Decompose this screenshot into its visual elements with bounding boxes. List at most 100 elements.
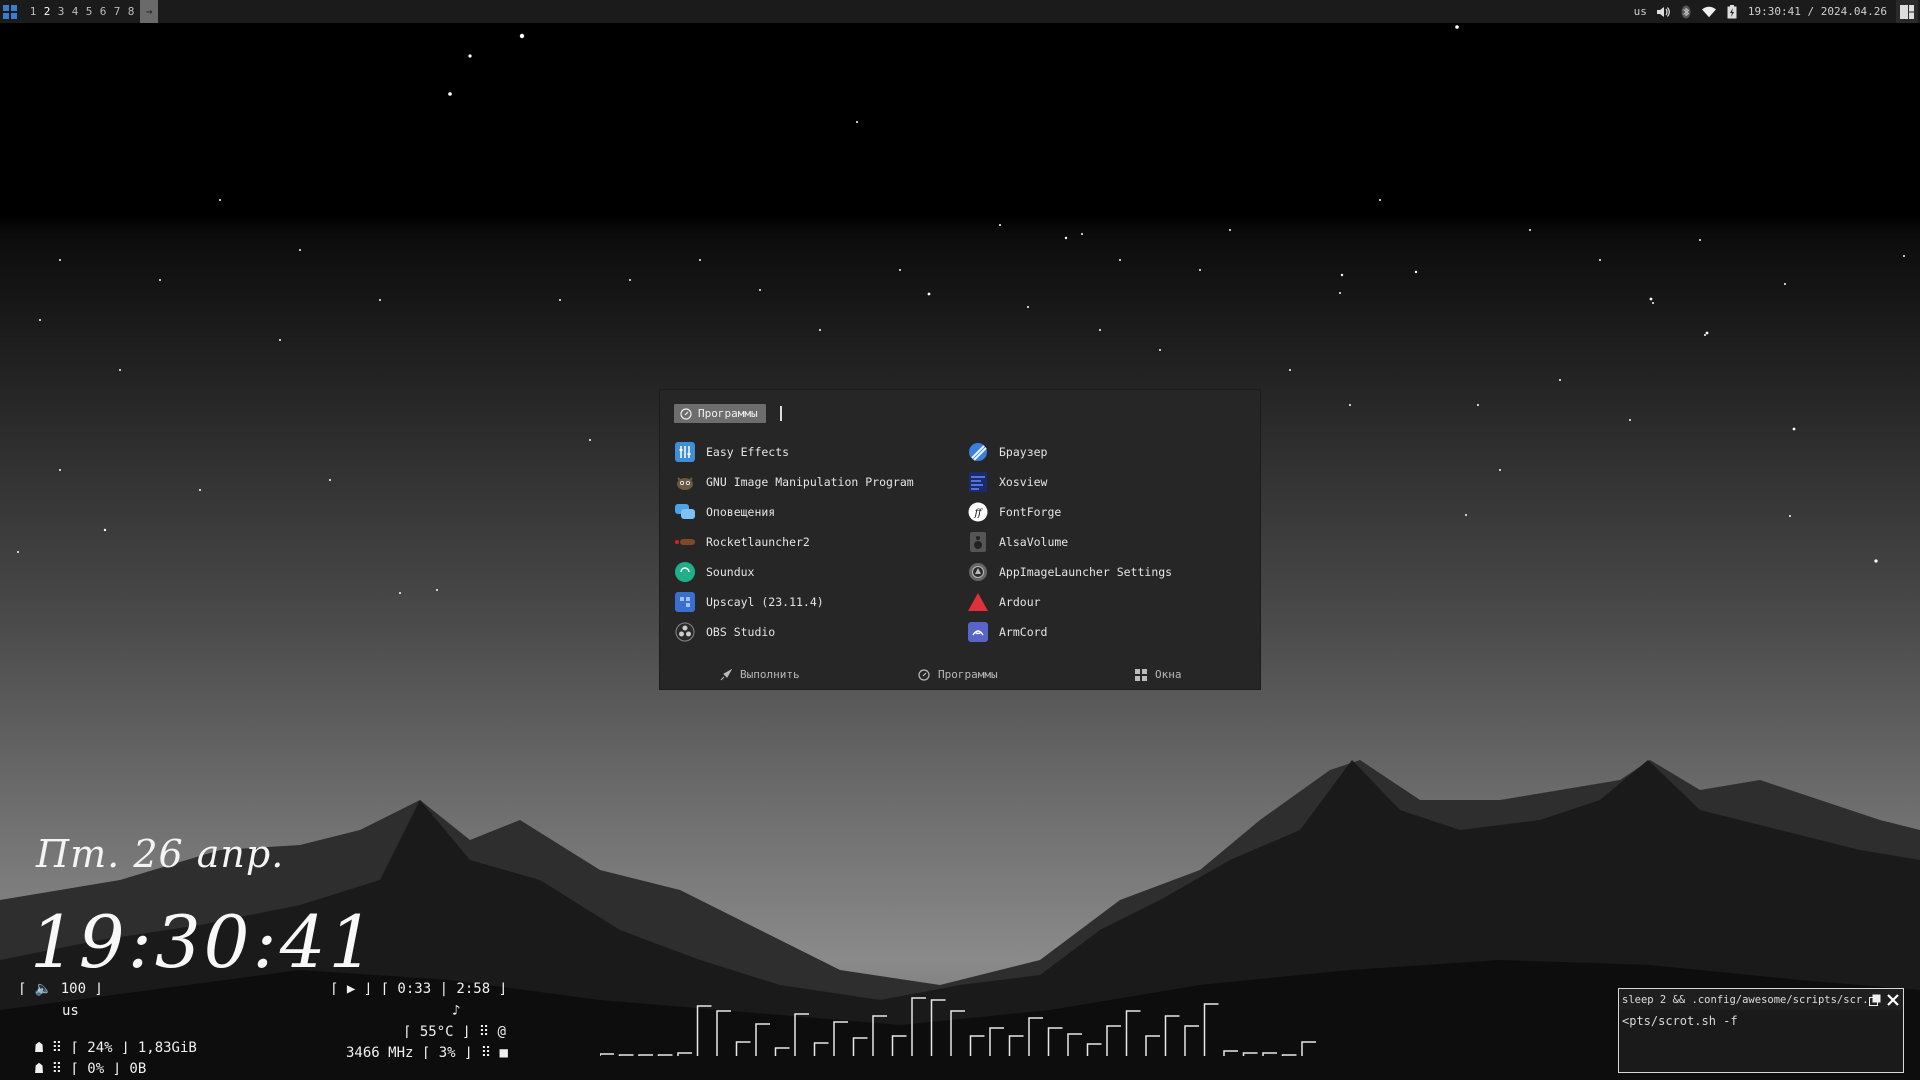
app-label: Xosview: [999, 475, 1048, 489]
upscayl-icon: [674, 591, 696, 613]
app-label: Оповещения: [706, 505, 776, 519]
swap-icon: ☗: [34, 1061, 52, 1077]
app-item-appimagelauncher[interactable]: AppImageLauncher Settings: [967, 560, 1172, 584]
keyboard-layout-widget: us: [62, 1003, 79, 1019]
launcher-search: Программы: [674, 404, 782, 423]
app-item-gimp[interactable]: GNU Image Manipulation Program: [674, 470, 914, 494]
cpu-widget: 3466 MHz ⌈ 3% ⌋ ⠿ ■: [346, 1045, 508, 1061]
tag-4[interactable]: 4: [68, 0, 82, 23]
topbar-clock[interactable]: 19:30:41 / 2024.04.26: [1748, 5, 1887, 18]
visualizer-bar: [657, 1054, 673, 1056]
visualizer-bar: [1242, 1052, 1258, 1056]
visualizer-bar: [911, 997, 926, 1056]
audio-visualizer: [600, 997, 1316, 1056]
visualizer-bar: [1301, 1041, 1316, 1056]
visualizer-bar: [872, 1015, 887, 1056]
rocket-icon: [674, 531, 696, 553]
visualizer-bar: [1203, 1003, 1219, 1056]
visualizer-bar: [833, 1021, 848, 1056]
app-item-browser[interactable]: Браузер: [967, 440, 1047, 464]
visualizer-bar: [1067, 1033, 1082, 1056]
app-item-soundux[interactable]: Soundux: [674, 560, 754, 584]
app-label: AlsaVolume: [999, 535, 1069, 549]
close-icon[interactable]: [1883, 993, 1903, 1006]
wifi-icon[interactable]: [1701, 5, 1716, 19]
battery-charging-icon[interactable]: [1725, 4, 1739, 19]
chat-bubbles-icon: [674, 501, 696, 523]
visualizer-bar: [1223, 1050, 1238, 1056]
visualizer-bar: [735, 1041, 751, 1056]
app-label: Upscayl (23.11.4): [706, 595, 824, 609]
tag-1[interactable]: 1: [26, 0, 40, 23]
gimp-icon: [674, 471, 696, 493]
visualizer-bar: [813, 1042, 829, 1056]
compass-icon: [680, 407, 692, 420]
app-item-alsavolume[interactable]: AlsaVolume: [967, 530, 1068, 554]
tag-2[interactable]: 2: [40, 0, 54, 23]
app-item-obs[interactable]: OBS Studio: [674, 620, 775, 644]
media-player-widget[interactable]: ⌈ ▶ ⌋ ⌈ 0:33 | 2:58 ⌋: [330, 981, 507, 997]
tag-6[interactable]: 6: [96, 0, 110, 23]
visualizer-bar: [1262, 1052, 1277, 1056]
volume-widget[interactable]: ⌈ 🔈 100 ⌋: [18, 981, 103, 997]
visualizer-bar: [969, 1035, 985, 1056]
tag-5[interactable]: 5: [82, 0, 96, 23]
terminal-title: sleep 2 && .config/awesome/scripts/scr..…: [1622, 993, 1867, 1006]
visualizer-bar: [891, 1035, 907, 1056]
visualizer-bar: [696, 1005, 712, 1056]
browser-icon: [967, 441, 989, 463]
app-label: Ardour: [999, 595, 1041, 609]
tag-3[interactable]: 3: [54, 0, 68, 23]
obs-icon: [674, 621, 696, 643]
windows-button[interactable]: Окна: [1135, 668, 1182, 681]
visualizer-bar: [1106, 1025, 1121, 1056]
tag-8[interactable]: 8: [124, 0, 138, 23]
soundux-icon: [674, 561, 696, 583]
visualizer-bar: [1125, 1010, 1141, 1056]
mode-programs-pill[interactable]: Программы: [674, 404, 766, 423]
app-label: Easy Effects: [706, 445, 790, 459]
app-item-upscayl[interactable]: Upscayl (23.11.4): [674, 590, 824, 614]
maximize-icon[interactable]: [1867, 994, 1883, 1006]
visualizer-bar: [794, 1013, 809, 1056]
visualizer-bar: [600, 1053, 614, 1056]
terminal-titlebar[interactable]: sleep 2 && .config/awesome/scripts/scr..…: [1619, 989, 1903, 1010]
search-input-caret[interactable]: [779, 406, 782, 421]
app-item-ardour[interactable]: Ardour: [967, 590, 1041, 614]
workspace-tags: 1 2 3 4 5 6 7 8: [26, 0, 138, 23]
layout-tile-icon[interactable]: [1896, 0, 1918, 23]
app-label: ArmCord: [999, 625, 1048, 639]
tag-7[interactable]: 7: [110, 0, 124, 23]
app-item-xosview[interactable]: Xosview: [967, 470, 1047, 494]
volume-icon[interactable]: [1656, 5, 1670, 19]
visualizer-bar: [930, 999, 946, 1056]
visualizer-bar: [716, 1010, 731, 1056]
app-item-fontforge[interactable]: ff FontForge: [967, 500, 1061, 524]
ardour-icon: [967, 591, 989, 613]
app-item-rocketlauncher[interactable]: Rocketlauncher2: [674, 530, 810, 554]
app-item-easy-effects[interactable]: Easy Effects: [674, 440, 789, 464]
app-item-armcord[interactable]: ArmCord: [967, 620, 1047, 644]
programs-button[interactable]: Программы: [918, 668, 998, 681]
terminal-output[interactable]: <pts/scrot.sh -f: [1619, 1010, 1903, 1032]
top-bar: 1 2 3 4 5 6 7 8 → us 19:30:41 / 2024.04.…: [0, 0, 1920, 23]
app-label: AppImageLauncher Settings: [999, 565, 1173, 579]
xosview-icon: [967, 471, 989, 493]
terminal-window[interactable]: sleep 2 && .config/awesome/scripts/scr..…: [1618, 988, 1904, 1073]
swap-widget: ☗ ⠿ ⌈ 0% ⌋ 0B: [18, 1045, 146, 1077]
bluetooth-icon[interactable]: [1679, 5, 1693, 19]
speaker-icon: [967, 531, 989, 553]
visualizer-bar: [1086, 1043, 1102, 1056]
time-display: 19:30:41: [30, 900, 378, 984]
arrow-right-icon[interactable]: →: [140, 0, 158, 23]
armcord-icon: [967, 621, 989, 643]
visualizer-bar: [1145, 1035, 1160, 1056]
app-item-notifications[interactable]: Оповещения: [674, 500, 775, 524]
menu-launcher-icon[interactable]: [0, 0, 20, 23]
run-button[interactable]: Выполнить: [720, 668, 800, 681]
app-label: OBS Studio: [706, 625, 776, 639]
easy-effects-icon: [674, 441, 696, 463]
keyboard-layout[interactable]: us: [1634, 5, 1647, 18]
app-label: GNU Image Manipulation Program: [706, 475, 914, 489]
date-display: Пт. 26 апр.: [36, 832, 285, 876]
